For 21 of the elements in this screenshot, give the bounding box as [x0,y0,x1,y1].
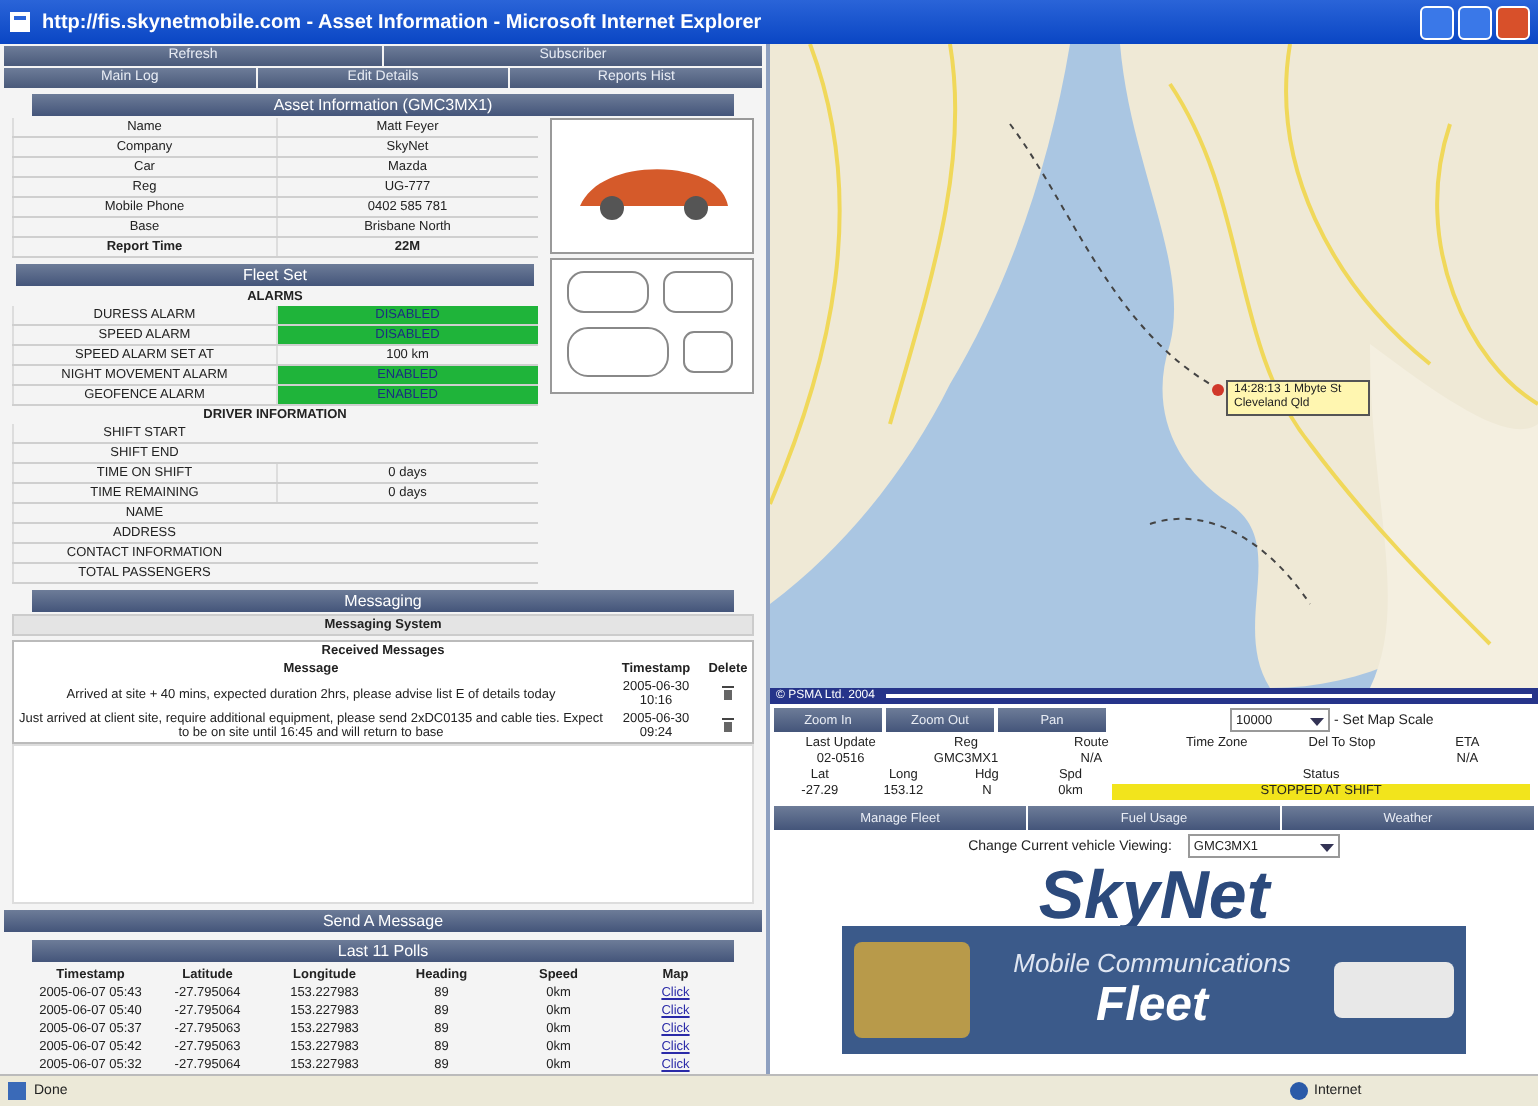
logo-name: SkyNet [1038,866,1270,926]
trash-icon[interactable] [722,685,734,699]
maximize-button[interactable] [1458,5,1492,39]
section-header: Fleet Set [16,264,534,286]
close-button[interactable] [1496,5,1530,39]
window-title: http://fis.skynetmobile.com - Asset Information - Microsoft Internet Explorer [42,11,762,33]
truck-photo-placeholder [854,942,970,1038]
section-header: Last 11 Polls [32,940,734,962]
section-header: Asset Information (GMC3MX1) [32,94,734,116]
globe-icon [1290,1082,1308,1100]
page-icon [8,1082,26,1100]
car-photo-placeholder [1334,962,1454,1018]
caret-icon [1319,839,1334,853]
section-header: Messaging [32,590,734,612]
send-message-button[interactable]: Send A Message [4,910,762,932]
minimize-button[interactable] [1420,5,1454,39]
trash-icon[interactable] [722,717,734,731]
page-icon [8,10,32,34]
logo-tagline: Mobile Communications [1013,947,1291,977]
logo-product: Fleet [1095,977,1208,1033]
caret-icon [1310,713,1324,727]
